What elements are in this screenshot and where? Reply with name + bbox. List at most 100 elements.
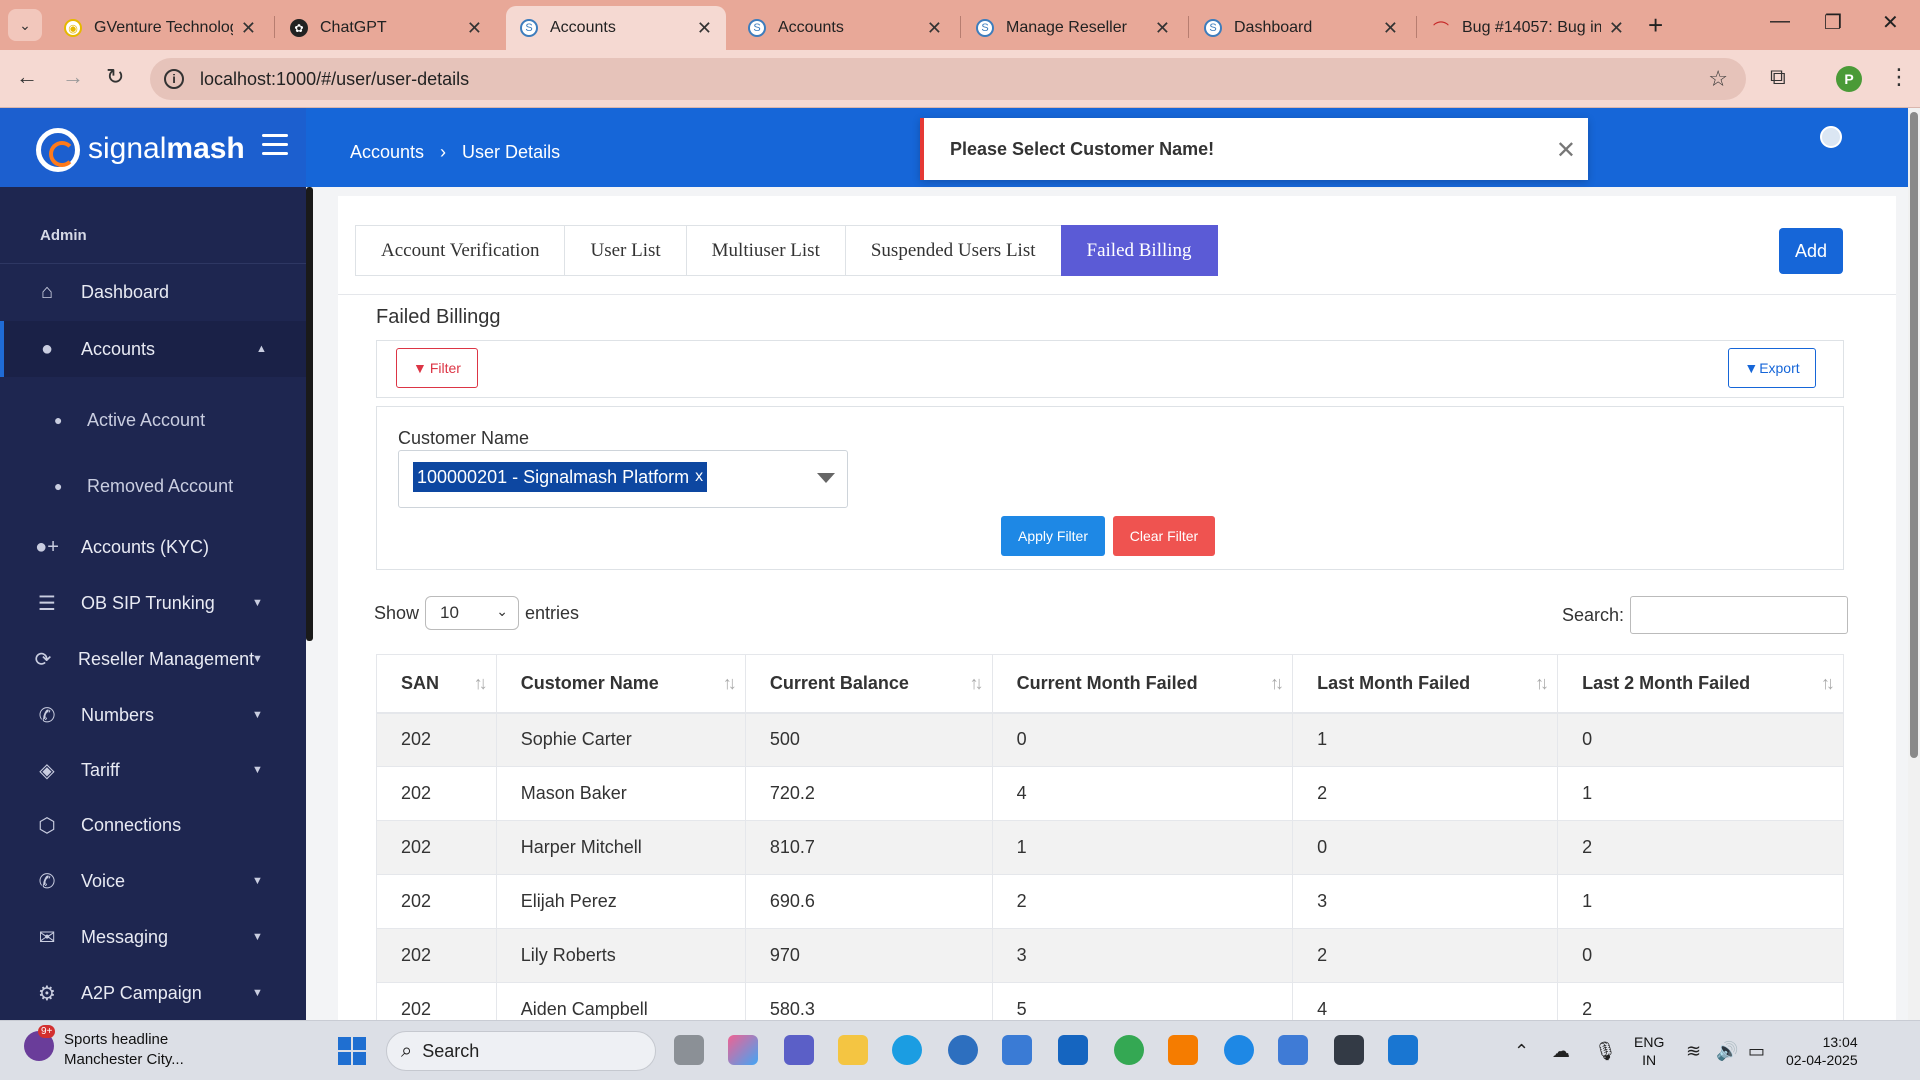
reload-icon[interactable]: ↻: [106, 64, 124, 90]
browser-tab-accounts[interactable]: S Accounts ✕: [734, 6, 956, 50]
column-header-current-month-failed[interactable]: Current Month Failed ↑↓: [991, 654, 1294, 714]
browser-tab-bug[interactable]: ⌒ Bug #14057: Bug in I ✕: [1418, 6, 1638, 50]
close-icon[interactable]: ✕: [467, 18, 482, 39]
sidebar-item-a2p-campaign[interactable]: ⚙ A2P Campaign ▼: [0, 967, 306, 1019]
tab-multiuser-list[interactable]: Multiuser List: [685, 225, 846, 276]
news-subtitle[interactable]: Manchester City...: [64, 1051, 184, 1068]
chrome-icon[interactable]: [1114, 1035, 1144, 1065]
minimize-icon[interactable]: —: [1770, 10, 1790, 33]
app-icon[interactable]: [1058, 1035, 1088, 1065]
sidebar-item-active-account[interactable]: ● Active Account: [0, 395, 306, 445]
battery-icon[interactable]: ▭: [1748, 1041, 1765, 1062]
browser-tab-dashboard[interactable]: S Dashboard ✕: [1190, 6, 1412, 50]
tab-account-verification[interactable]: Account Verification: [355, 225, 566, 276]
filter-button[interactable]: ▼ Filter: [396, 348, 478, 388]
news-widget-icon[interactable]: 9+: [24, 1025, 56, 1061]
column-header-current-balance[interactable]: Current Balance ↑↓: [744, 654, 993, 714]
close-icon[interactable]: ✕: [697, 18, 712, 39]
browser-tab-accounts-active[interactable]: S Accounts ✕: [506, 6, 726, 50]
add-button[interactable]: Add: [1779, 228, 1843, 274]
sidebar-item-accounts-kyc[interactable]: ●+ Accounts (KYC): [0, 521, 306, 573]
profile-avatar[interactable]: P: [1836, 66, 1862, 92]
hamburger-menu-icon[interactable]: [262, 134, 288, 156]
store-icon[interactable]: [1002, 1035, 1032, 1065]
news-headline[interactable]: Sports headline: [64, 1031, 168, 1048]
onedrive-icon[interactable]: ☁: [1552, 1041, 1570, 1062]
tab-search-button[interactable]: ⌄: [8, 9, 42, 41]
sidebar-item-ob-sip-trunking[interactable]: ☰ OB SIP Trunking ▼: [0, 577, 306, 629]
tab-user-list[interactable]: User List: [564, 225, 687, 276]
toast-close-icon[interactable]: ✕: [1556, 136, 1576, 165]
app-icon[interactable]: [1278, 1035, 1308, 1065]
chip-remove-icon[interactable]: x: [695, 468, 703, 486]
bookmark-star-icon[interactable]: ☆: [1708, 66, 1728, 92]
window-close-icon[interactable]: ✕: [1882, 10, 1899, 35]
chatgpt-icon: ✿: [290, 19, 308, 37]
forward-icon[interactable]: →: [62, 64, 84, 90]
sidebar-scrollbar[interactable]: [306, 187, 313, 641]
restore-icon[interactable]: ❐: [1824, 10, 1842, 35]
export-button[interactable]: ▼ Export: [1728, 348, 1816, 388]
microphone-icon[interactable]: 🎙: [1594, 1041, 1617, 1062]
breadcrumb-accounts[interactable]: Accounts: [350, 142, 424, 163]
column-header-last-month-failed[interactable]: Last Month Failed ↑↓: [1292, 654, 1559, 714]
sidebar-item-tariff[interactable]: ◈ Tariff ▼: [0, 744, 306, 796]
column-header-san[interactable]: SAN ↑↓: [376, 654, 497, 714]
copilot-icon[interactable]: [728, 1035, 758, 1065]
browser-tab-manage-reseller[interactable]: S Manage Reseller ✕: [962, 6, 1184, 50]
customer-name-select[interactable]: 100000201 - Signalmash Platform x: [398, 450, 848, 508]
sidebar-item-removed-account[interactable]: ● Removed Account: [0, 461, 306, 511]
volume-icon[interactable]: 🔊: [1716, 1041, 1738, 1062]
close-icon[interactable]: ✕: [1155, 18, 1170, 39]
page-scrollbar[interactable]: [1908, 108, 1920, 1020]
tab-failed-billing[interactable]: Failed Billing: [1060, 225, 1218, 276]
vscode-icon[interactable]: [1388, 1035, 1418, 1065]
logo[interactable]: signalmash: [88, 132, 245, 166]
file-explorer-icon[interactable]: [838, 1035, 868, 1065]
close-icon[interactable]: ✕: [927, 18, 942, 39]
new-tab-button[interactable]: +: [1648, 10, 1663, 41]
skype-icon[interactable]: [1224, 1035, 1254, 1065]
chevron-down-icon[interactable]: [817, 473, 835, 483]
browser-tab-gventure[interactable]: ◉ GVenture Technology ✕: [50, 6, 270, 50]
sidebar-item-dashboard[interactable]: ⌂ Dashboard: [0, 266, 306, 318]
windows-start-icon[interactable]: [338, 1037, 366, 1065]
close-icon[interactable]: ✕: [1383, 18, 1398, 39]
site-info-icon[interactable]: i: [164, 69, 184, 89]
address-bar[interactable]: i localhost:1000/#/user/user-details ☆: [150, 58, 1746, 100]
back-icon[interactable]: ←: [16, 64, 38, 90]
clear-filter-button[interactable]: Clear Filter: [1113, 516, 1215, 556]
selected-customer-chip[interactable]: 100000201 - Signalmash Platform x: [413, 462, 708, 492]
sidebar-item-accounts[interactable]: ● Accounts ▲: [0, 321, 306, 377]
language-indicator[interactable]: ENG IN: [1634, 1033, 1664, 1069]
sublime-text-icon[interactable]: [1168, 1035, 1198, 1065]
sidebar-item-connections[interactable]: ⬡ Connections: [0, 799, 306, 851]
user-avatar[interactable]: [1820, 126, 1842, 148]
column-header-customer-name[interactable]: Customer Name ↑↓: [495, 654, 746, 714]
close-icon[interactable]: ✕: [1609, 18, 1624, 39]
app-icon[interactable]: [948, 1035, 978, 1065]
sidebar-item-numbers[interactable]: ✆ Numbers ▼: [0, 689, 306, 741]
sidebar-item-reseller-management[interactable]: ⟳ Reseller Management ▼: [0, 633, 306, 685]
chevron-up-icon[interactable]: ⌃: [1514, 1041, 1529, 1062]
sidebar-item-voice[interactable]: ✆ Voice ▼: [0, 855, 306, 907]
caret-up-icon: ▲: [256, 343, 267, 355]
scrollbar-thumb[interactable]: [1910, 112, 1918, 758]
sidebar-item-messaging[interactable]: ✉ Messaging ▼: [0, 911, 306, 963]
browser-menu-icon[interactable]: ⋮: [1888, 64, 1910, 90]
clock[interactable]: 13:04 02-04-2025: [1786, 1033, 1858, 1069]
edge-icon[interactable]: [892, 1035, 922, 1065]
terminal-icon[interactable]: [1334, 1035, 1364, 1065]
task-view-icon[interactable]: [674, 1035, 704, 1065]
apply-filter-button[interactable]: Apply Filter: [1001, 516, 1105, 556]
wifi-icon[interactable]: ≋: [1686, 1041, 1701, 1062]
tab-suspended-users-list[interactable]: Suspended Users List: [844, 225, 1062, 276]
search-input[interactable]: [1630, 596, 1849, 634]
extensions-icon[interactable]: ⧉: [1770, 64, 1786, 90]
close-icon[interactable]: ✕: [241, 18, 256, 39]
column-header-last-2-month-failed[interactable]: Last 2 Month Failed ↑↓: [1557, 654, 1844, 714]
browser-tab-chatgpt[interactable]: ✿ ChatGPT ✕: [276, 6, 496, 50]
teams-icon[interactable]: [784, 1035, 814, 1065]
entries-select[interactable]: 10 ⌄: [425, 596, 520, 630]
taskbar-search[interactable]: ⌕ Search: [386, 1031, 656, 1071]
